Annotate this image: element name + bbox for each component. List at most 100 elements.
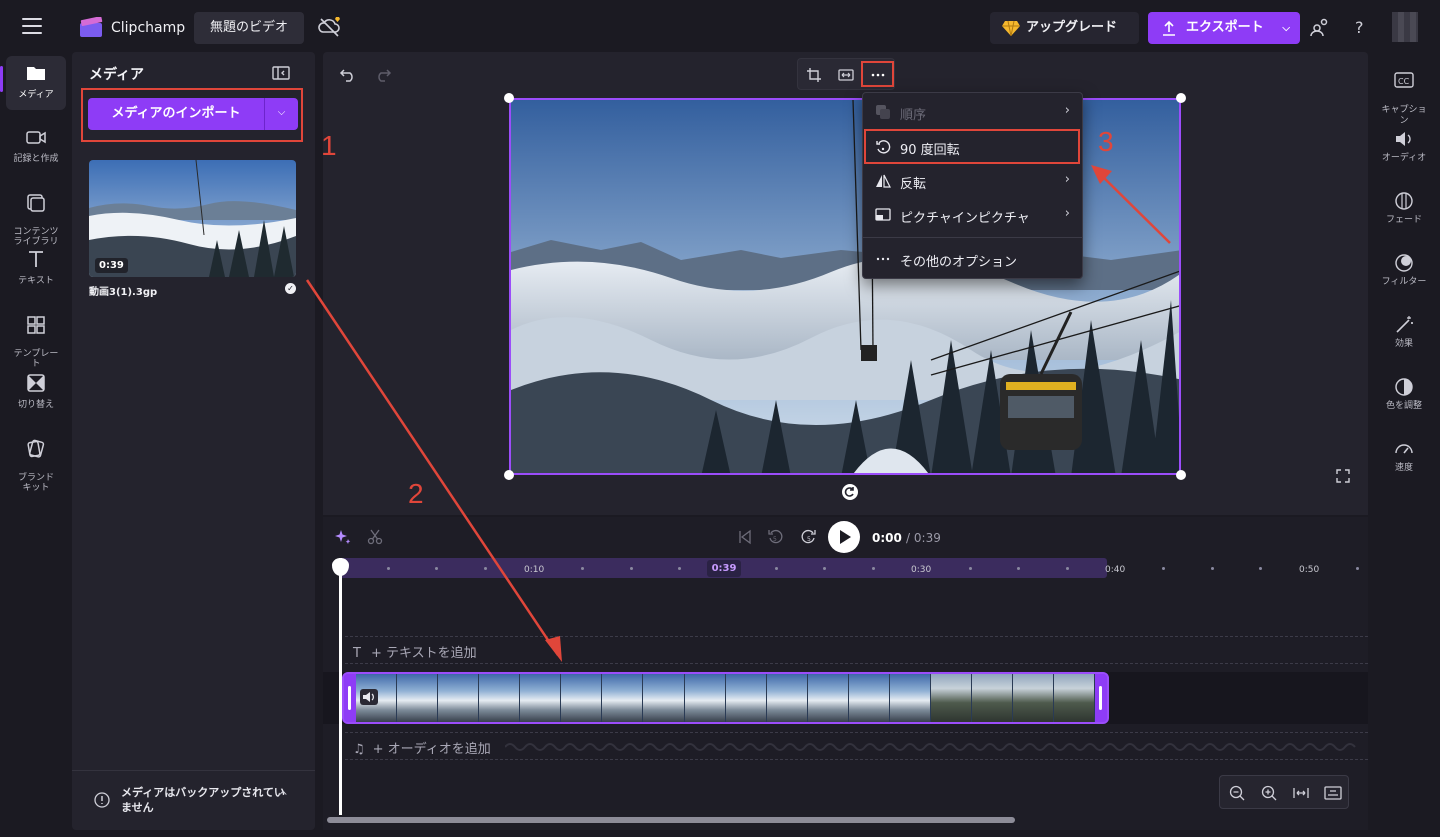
ruler-dot <box>775 567 778 570</box>
chevron-up-icon[interactable]: ^ <box>278 789 288 803</box>
rail-label: テキスト <box>18 276 54 286</box>
export-button[interactable]: エクスポート ⌵ <box>1148 12 1300 44</box>
rail-label: 記録と作成 <box>13 154 59 164</box>
volume-icon[interactable] <box>360 689 378 705</box>
rewind-5-icon[interactable]: 5 <box>767 529 783 545</box>
crop-icon[interactable] <box>806 67 822 83</box>
menu-item-label: ピクチャインピクチャ <box>900 211 1030 226</box>
rail-item-color[interactable]: 色を調整 <box>1372 376 1436 412</box>
timecode: 0:00 / 0:39 <box>872 531 941 545</box>
ruler-dot <box>630 567 633 570</box>
upgrade-label: アップグレード <box>1026 20 1118 35</box>
captions-icon: CC <box>1394 72 1414 88</box>
avatar[interactable] <box>1392 12 1418 42</box>
rail-label: オーディオ <box>1381 153 1427 163</box>
zoom-controls <box>1219 775 1349 809</box>
clip-frame <box>930 674 972 722</box>
rail-item-audio[interactable]: オーディオ <box>1372 128 1436 164</box>
rail-item-speed[interactable]: 速度 <box>1372 438 1436 474</box>
ruler-dot <box>1259 567 1262 570</box>
rail-label: メディア <box>18 90 54 100</box>
hamburger-menu-icon[interactable] <box>22 18 42 34</box>
text-track[interactable]: T + テキストを追加 <box>345 636 1368 664</box>
templates-icon <box>27 316 45 334</box>
resize-handle-bl[interactable] <box>504 470 514 480</box>
play-button[interactable] <box>828 521 860 553</box>
clip-frame <box>766 674 808 722</box>
rail-item-templates[interactable]: テンプレー ト <box>6 298 66 369</box>
clip-frame <box>725 674 767 722</box>
clip-end-badge: 0:39 <box>707 560 741 577</box>
zoom-out-icon[interactable] <box>1228 784 1246 802</box>
annotation-box-rotate <box>864 129 1080 164</box>
forward-5-icon[interactable]: 5 <box>801 529 817 545</box>
transitions-icon <box>27 374 45 392</box>
rail-label: キャプショ ン <box>1381 105 1427 126</box>
camera-icon <box>26 131 46 144</box>
resize-handle-tr[interactable] <box>1176 93 1186 103</box>
active-indicator <box>0 66 3 92</box>
project-title-button[interactable]: 無題のビデオ <box>194 12 304 44</box>
audio-waveform-placeholder <box>505 743 1356 751</box>
chevron-right-icon: › <box>1064 103 1070 118</box>
add-audio-label: + オーディオを追加 <box>372 742 491 757</box>
resize-handle-tl[interactable] <box>504 93 514 103</box>
rail-item-text[interactable]: テキスト <box>6 242 66 296</box>
menu-item-pip[interactable]: ピクチャインピクチャ › <box>863 198 1082 232</box>
menu-item-order: 順序 › <box>863 95 1082 129</box>
audio-icon <box>1396 132 1411 146</box>
zoom-in-icon[interactable] <box>1260 784 1278 802</box>
rail-item-brand-kit[interactable]: ブランド キット <box>6 422 66 493</box>
ruler-dot <box>484 567 487 570</box>
clip-trim-handle-left[interactable] <box>344 674 356 722</box>
media-thumbnail[interactable]: 0:39 <box>89 160 296 277</box>
fit-icon[interactable] <box>838 67 854 83</box>
rail-item-fade[interactable]: フェード <box>1372 190 1436 226</box>
help-icon[interactable]: ? <box>1349 16 1371 38</box>
resize-handle-br[interactable] <box>1176 470 1186 480</box>
audio-track[interactable]: ♫ + オーディオを追加 <box>345 732 1368 760</box>
ruler-tick: 0:40 <box>1105 565 1126 575</box>
rail-item-library[interactable]: コンテンツ ライブラリ <box>6 176 66 247</box>
rail-label: フィルター <box>1381 277 1427 287</box>
rail-item-media[interactable]: メディア <box>6 56 66 110</box>
playhead[interactable] <box>339 558 342 815</box>
rail-item-captions[interactable]: CC キャプショ ン <box>1372 58 1436 127</box>
annotation-box-more <box>861 61 894 87</box>
speed-icon <box>1395 444 1413 454</box>
fit-timeline-icon[interactable] <box>1292 784 1310 802</box>
clip-frame <box>602 674 644 722</box>
ruler-dot <box>1066 567 1069 570</box>
file-name: 動画3(1).3gp <box>89 287 158 298</box>
upgrade-button[interactable]: アップグレード <box>990 12 1139 44</box>
rail-item-effects[interactable]: 効果 <box>1372 314 1436 350</box>
clip-trim-handle-right[interactable] <box>1095 674 1107 722</box>
share-people-icon[interactable] <box>1309 16 1331 38</box>
cloud-off-premium-icon[interactable] <box>318 16 342 38</box>
clip-frames <box>356 674 1096 722</box>
rail-item-transitions[interactable]: 切り替え <box>6 366 66 420</box>
rail-item-filter[interactable]: フィルター <box>1372 252 1436 288</box>
sparkle-icon[interactable] <box>335 529 351 545</box>
rotate-handle-icon[interactable] <box>842 484 858 500</box>
redo-icon[interactable] <box>374 66 392 82</box>
skip-back-icon[interactable] <box>737 529 753 545</box>
video-clip[interactable] <box>342 672 1109 724</box>
rail-item-record[interactable]: 記録と作成 <box>6 120 66 174</box>
undo-icon[interactable] <box>339 66 357 82</box>
clip-frame <box>438 674 480 722</box>
menu-item-flip[interactable]: 反転 › <box>863 164 1082 198</box>
right-rail: CC キャプショ ン オーディオ フェード フィルター 効果 色を調整 速度 <box>1368 52 1440 837</box>
menu-item-label: その他のオプション <box>900 255 1018 270</box>
scissors-icon[interactable] <box>367 529 383 545</box>
collapse-panel-icon[interactable] <box>272 65 290 81</box>
ruler-dot <box>969 567 972 570</box>
svg-text:5: 5 <box>773 536 777 543</box>
menu-item-more-options[interactable]: その他のオプション <box>863 242 1082 276</box>
app-brand: Clipchamp <box>111 20 186 36</box>
expand-timeline-icon[interactable] <box>1324 784 1342 802</box>
fullscreen-icon[interactable] <box>1336 469 1350 483</box>
clip-frame <box>889 674 931 722</box>
rail-label: 効果 <box>1394 339 1413 349</box>
horizontal-scrollbar[interactable] <box>327 817 1015 823</box>
